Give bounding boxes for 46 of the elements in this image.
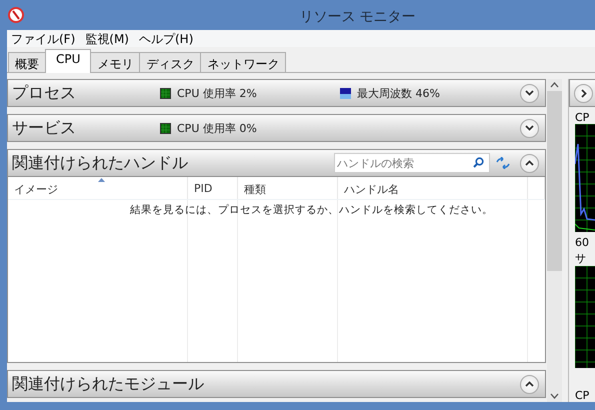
collapse-icon [525, 381, 534, 387]
section-header[interactable]: サービス CPU 使用率 0% [7, 114, 546, 142]
menu-item[interactable]: 監視(M) [83, 30, 135, 47]
section-title: サービス [12, 118, 77, 138]
frequency-icon [340, 88, 351, 98]
expand-icon [525, 90, 534, 96]
graph-value: 60 [574, 235, 590, 249]
toggle-button[interactable] [520, 84, 539, 102]
stat-label: CPU 使用率 0% [177, 120, 257, 136]
section-title: 関連付けられたモジュール [12, 374, 205, 394]
graph-label: CP [574, 388, 590, 402]
graph-label: CP [574, 110, 590, 124]
cpu-usage-icon [160, 88, 171, 98]
column-header[interactable]: 種類 [238, 177, 338, 199]
toggle-button[interactable] [520, 374, 539, 394]
menu-item[interactable]: ヘルプ(H) [136, 30, 200, 47]
tab[interactable]: ネットワーク [200, 52, 286, 72]
column-header[interactable]: ハンドル名 [338, 177, 528, 199]
stat-label: 最大周波数 46% [357, 86, 440, 100]
graph-label: サ [574, 251, 587, 266]
section-title: 関連付けられたハンドル [12, 152, 189, 174]
section-header[interactable]: 関連付けられたハンドル ハンドルの検索 [7, 149, 546, 177]
expand-button[interactable] [574, 84, 593, 102]
search-icon[interactable] [473, 157, 484, 168]
cpu-usage-icon [160, 122, 171, 134]
tab[interactable]: ディスク [139, 52, 202, 72]
refresh-icon[interactable] [496, 157, 510, 169]
tab[interactable]: 概要 [8, 52, 46, 72]
section-header[interactable]: プロセス CPU 使用率 2% 最大周波数 46% [7, 79, 546, 107]
app-icon [8, 7, 24, 23]
search-field[interactable]: ハンドルの検索 [334, 153, 490, 173]
empty-message: 結果を見るには、プロセスを選択するか、ハンドルを検索してください。 [130, 203, 493, 217]
scrollbar[interactable] [547, 79, 562, 402]
toggle-button[interactable] [520, 118, 539, 138]
stat-label: CPU 使用率 2% [177, 86, 257, 100]
section-title: プロセス [12, 82, 77, 104]
tab[interactable]: CPU [45, 49, 92, 73]
collapse-icon [525, 160, 534, 166]
menu-item[interactable]: ファイル(F) [9, 30, 82, 47]
tab[interactable]: メモリ [90, 52, 140, 72]
window-title: リソース モニター [298, 8, 417, 26]
expand-icon [525, 125, 534, 131]
section-header[interactable]: 関連付けられたモジュール [7, 370, 546, 398]
toggle-button[interactable] [520, 154, 539, 172]
column-header[interactable]: PID [188, 177, 238, 199]
chevron-right-icon [580, 88, 586, 98]
